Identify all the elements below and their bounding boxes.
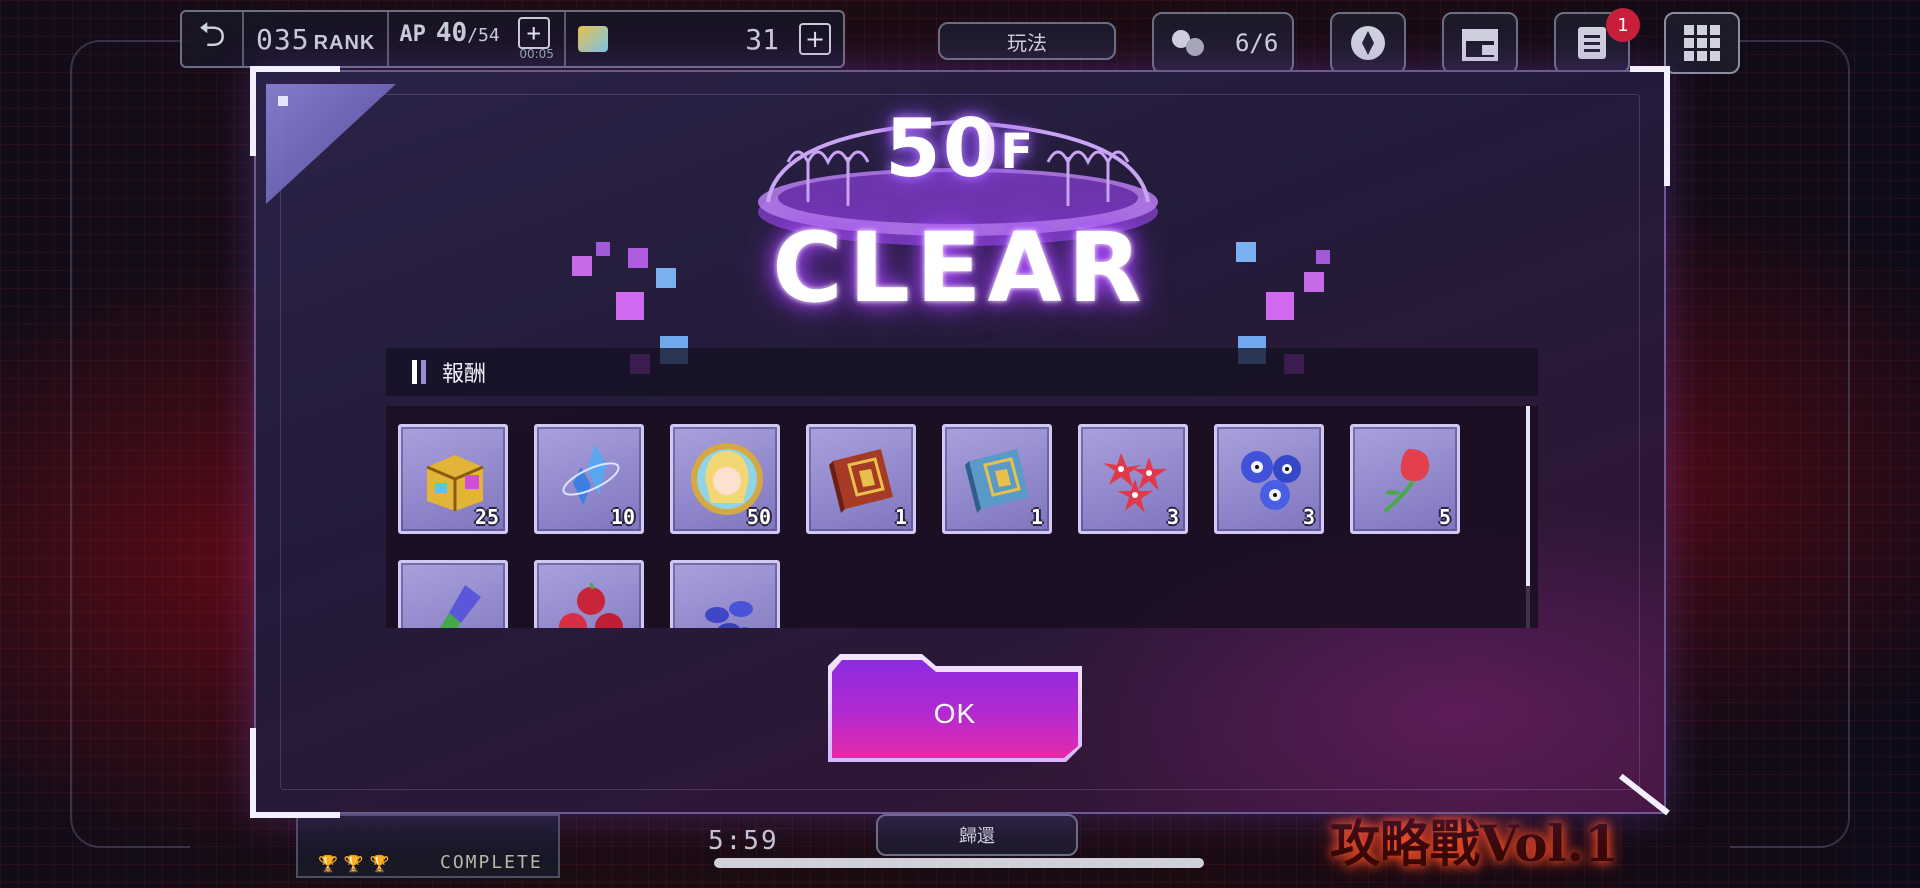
ok-button[interactable]: OK	[828, 654, 1082, 762]
reward-qty: 50	[746, 505, 771, 529]
menu-button[interactable]	[1664, 12, 1740, 74]
document-icon	[1578, 27, 1606, 59]
reward-title: 報酬	[442, 362, 487, 387]
reward-item[interactable]: 3	[1214, 424, 1324, 534]
red-tulip-icon	[1383, 449, 1430, 513]
rank-label: RANK	[313, 31, 376, 54]
ap-plus-button[interactable]: +	[517, 17, 550, 49]
ap-timer: 00:05	[519, 47, 554, 61]
left-frame	[70, 40, 190, 848]
floor-unit: F	[1000, 124, 1036, 180]
red-flowers-icon	[1103, 453, 1167, 513]
ap-max: /54	[467, 25, 500, 46]
rank-number: 035	[256, 22, 310, 56]
party-icon	[1171, 30, 1204, 56]
floor-value: 50	[884, 102, 1001, 195]
back-arrow-icon: ⮌	[198, 14, 226, 55]
notice-button[interactable]: 1	[1554, 8, 1640, 74]
reward-qty: 5	[1438, 505, 1451, 529]
mission-button[interactable]	[1330, 12, 1406, 74]
blue-book-icon	[965, 449, 1029, 513]
party-count: 6/6	[1234, 29, 1279, 57]
gem-count: 31	[745, 22, 779, 56]
floor-number: 50F	[256, 102, 1664, 195]
event-title: 攻略戰Vol.1	[1330, 814, 1619, 873]
red-book-icon	[829, 449, 893, 513]
gem-plus-button[interactable]: +	[799, 23, 831, 55]
right-frame	[1730, 40, 1850, 848]
reward-item[interactable]: 1	[806, 424, 916, 534]
paint-brush-icon	[439, 585, 481, 628]
reward-qty: 1	[894, 505, 907, 529]
status-bar: ⮌ 035 RANK AP 40/54 + 00:05 31 +	[180, 10, 845, 68]
blue-berries-icon	[705, 601, 753, 628]
how-to-play-button[interactable]: 玩法	[938, 22, 1116, 60]
red-fruits-icon	[559, 582, 623, 628]
back-button[interactable]: ⮌	[182, 12, 244, 66]
clear-title: CLEAR	[772, 212, 1148, 324]
shop-icon	[1462, 29, 1498, 61]
reward-qty: 3	[1166, 505, 1179, 529]
ap-display: AP 40/54 + 00:05	[387, 12, 564, 66]
reward-item[interactable]: 50	[670, 424, 780, 534]
floor-clear-dialog: 50F CLEAR 報酬 25 10 50 1 1 3 3 5 OK	[250, 66, 1670, 818]
trophy-icons: 🏆🏆🏆	[318, 854, 396, 873]
reward-item[interactable]: 5	[1350, 424, 1460, 534]
header-bar-icon	[412, 360, 426, 384]
reward-list[interactable]: 25 10 50 1 1 3 3 5	[386, 406, 1538, 628]
reward-qty: 25	[474, 505, 499, 529]
bracket-bottom-left	[250, 728, 340, 818]
ok-label: OK	[933, 698, 977, 729]
ok-button-face: OK	[832, 660, 1078, 758]
bracket-bottom-right	[1618, 773, 1670, 816]
gem-display: 31 +	[563, 12, 843, 66]
reward-qty: 10	[610, 505, 635, 529]
reward-item[interactable]: 3	[1078, 424, 1188, 534]
event-timer: 5:59	[708, 826, 779, 856]
reward-items: 25 10 50 1 1 3 3 5	[398, 424, 1498, 628]
notice-badge: 1	[1606, 8, 1640, 42]
diamond-star-icon	[1351, 26, 1385, 60]
reward-header: 報酬	[386, 348, 1538, 396]
shop-button[interactable]	[1442, 12, 1518, 74]
party-button[interactable]: 6/6	[1152, 12, 1294, 74]
reward-item[interactable]: 25	[398, 424, 508, 534]
scrollbar-thumb[interactable]	[1526, 406, 1530, 586]
rank-display: 035 RANK	[244, 23, 387, 56]
home-indicator[interactable]	[714, 858, 1204, 868]
grid-menu-icon	[1684, 25, 1720, 61]
reward-item[interactable]	[670, 560, 780, 628]
gem-box-icon	[577, 26, 608, 52]
return-button[interactable]: 歸還	[876, 814, 1078, 856]
reward-qty: 1	[1030, 505, 1043, 529]
blue-flowers-icon	[1241, 451, 1301, 510]
ap-current: 40	[435, 18, 468, 48]
complete-label: COMPLETE	[440, 852, 543, 873]
ap-value: 40/54	[436, 18, 500, 48]
reward-item[interactable]	[534, 560, 644, 628]
ap-label: AP	[399, 22, 426, 47]
reward-item[interactable]: 1	[942, 424, 1052, 534]
reward-item[interactable]	[398, 560, 508, 628]
reward-item[interactable]: 10	[534, 424, 644, 534]
reward-qty: 3	[1302, 505, 1315, 529]
